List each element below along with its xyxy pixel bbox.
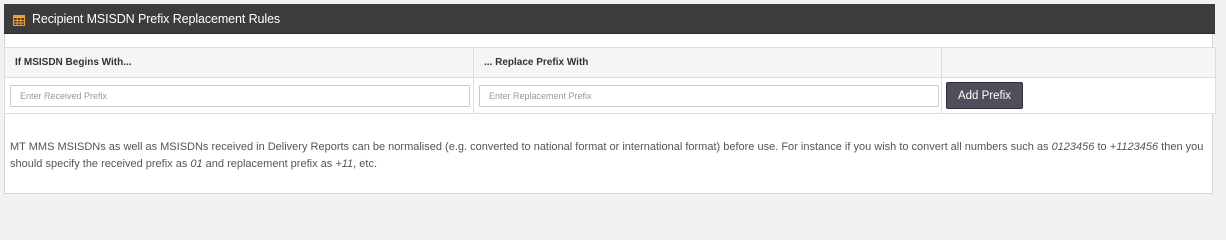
column-header-received-prefix: If MSISDN Begins With... bbox=[4, 47, 474, 78]
help-text-part: , etc. bbox=[353, 158, 377, 170]
example-converted-number: +1123456 bbox=[1109, 141, 1159, 153]
panel-title: Recipient MSISDN Prefix Replacement Rule… bbox=[32, 11, 281, 26]
table-row: Add Prefix bbox=[4, 77, 1216, 114]
help-text-part: to bbox=[1094, 141, 1110, 153]
table-icon bbox=[13, 13, 25, 26]
add-prefix-button[interactable]: Add Prefix bbox=[946, 82, 1023, 109]
example-number: 0123456 bbox=[1051, 141, 1095, 153]
replacement-prefix-input[interactable] bbox=[479, 84, 939, 107]
received-prefix-cell bbox=[4, 77, 474, 114]
help-text: MT MMS MSISDNs as well as MSISDNs receiv… bbox=[10, 139, 1205, 173]
example-received-prefix: 01 bbox=[190, 158, 203, 170]
prefix-rules-panel: Recipient MSISDN Prefix Replacement Rule… bbox=[4, 4, 1216, 194]
table-header-row: If MSISDN Begins With... ... Replace Pre… bbox=[4, 47, 1216, 78]
prefix-rules-table: If MSISDN Begins With... ... Replace Pre… bbox=[4, 47, 1216, 114]
column-header-replacement-prefix: ... Replace Prefix With bbox=[473, 47, 942, 78]
help-text-part: and replacement prefix as bbox=[202, 158, 336, 170]
example-replacement-prefix: +11 bbox=[335, 158, 354, 170]
help-text-part: MT MMS MSISDNs as well as MSISDNs receiv… bbox=[10, 141, 1052, 153]
column-header-actions bbox=[941, 47, 1216, 78]
received-prefix-input[interactable] bbox=[10, 84, 470, 107]
actions-cell: Add Prefix bbox=[941, 77, 1216, 114]
panel-header: Recipient MSISDN Prefix Replacement Rule… bbox=[4, 4, 1215, 34]
replacement-prefix-cell bbox=[473, 77, 942, 114]
